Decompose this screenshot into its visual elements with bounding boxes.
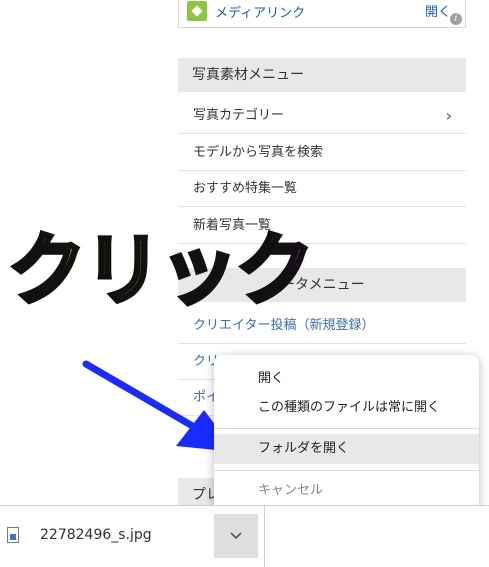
ad-info-icon[interactable]: i xyxy=(450,13,462,25)
download-bar-divider xyxy=(264,506,265,567)
download-context-menu: 開く この種類のファイルは常に開く フォルダを開く キャンセル xyxy=(214,355,479,517)
download-menu-button[interactable] xyxy=(214,514,258,558)
medialink-logo-icon xyxy=(187,1,207,21)
photo-menu-heading: 写真素材メニュー xyxy=(178,58,466,92)
menu-item-label: 写真カテゴリー xyxy=(193,108,285,123)
ctx-always-open[interactable]: この種類のファイルは常に開く xyxy=(214,393,479,423)
ctx-separator xyxy=(214,428,479,429)
menu-item-photo-category[interactable]: 写真カテゴリー › xyxy=(178,98,466,134)
ad-open-link[interactable]: 開く xyxy=(425,1,451,20)
download-bar: 22782496_s.jpg xyxy=(0,505,489,567)
ad-text[interactable]: メディアリンク xyxy=(215,2,305,21)
chevron-down-icon xyxy=(230,532,242,540)
chevron-right-icon: › xyxy=(445,106,452,125)
ctx-show-in-folder[interactable]: フォルダを開く xyxy=(214,434,479,464)
ctx-separator xyxy=(214,470,479,471)
ad-strip[interactable]: メディアリンク 開く i xyxy=(178,0,466,28)
download-file-name[interactable]: 22782496_s.jpg xyxy=(40,527,152,543)
menu-item-featured[interactable]: おすすめ特集一覧 xyxy=(178,171,466,207)
click-overlay-text: クリック xyxy=(6,226,316,316)
ctx-cancel[interactable]: キャンセル xyxy=(214,476,479,506)
ctx-open[interactable]: 開く xyxy=(214,364,479,394)
image-file-icon xyxy=(7,527,19,543)
menu-item-model-search[interactable]: モデルから写真を検索 xyxy=(178,135,466,171)
